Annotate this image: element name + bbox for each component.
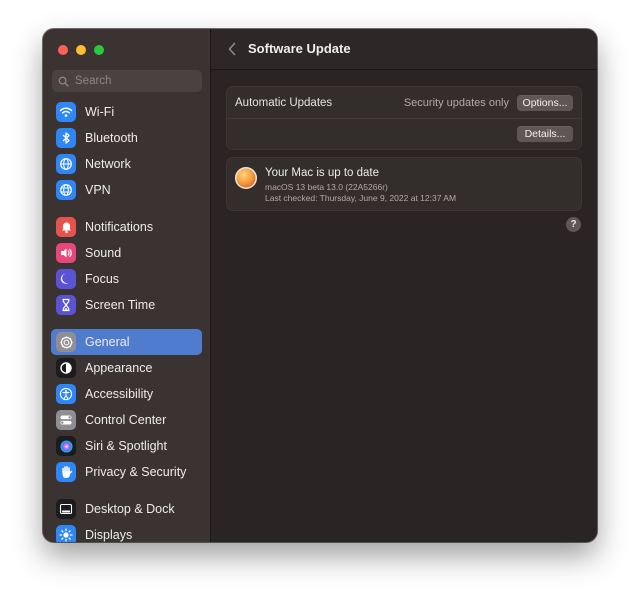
sidebar-item-label: VPN: [85, 183, 111, 197]
search-icon: [58, 76, 69, 87]
gear-icon: [56, 332, 76, 352]
back-button[interactable]: [223, 40, 241, 58]
options-button[interactable]: Options...: [517, 95, 573, 111]
sidebar-item-label: Control Center: [85, 413, 167, 427]
sidebar-item-general[interactable]: General: [51, 329, 202, 355]
sidebar-item-network[interactable]: Network: [51, 151, 202, 177]
status-version: macOS 13 beta 13.0 (22A5266r): [265, 182, 388, 192]
hourglass-icon: [56, 295, 76, 315]
sidebar-item-label: Bluetooth: [85, 131, 138, 145]
sidebar-item-desktop-dock[interactable]: Desktop & Dock: [51, 496, 202, 522]
sidebar-item-label: Siri & Spotlight: [85, 439, 167, 453]
sidebar-item-label: Network: [85, 157, 131, 171]
sidebar-item-screen-time[interactable]: Screen Time: [51, 292, 202, 318]
sidebar-item-privacy-security[interactable]: Privacy & Security: [51, 459, 202, 485]
speaker-icon: [56, 243, 76, 263]
status-last-checked: Last checked: Thursday, June 9, 2022 at …: [265, 193, 457, 203]
sidebar-item-control-center[interactable]: Control Center: [51, 407, 202, 433]
toolbar: Software Update: [211, 29, 597, 70]
chevron-left-icon: [228, 42, 236, 56]
accessibility-icon: [56, 384, 76, 404]
sidebar-item-label: Notifications: [85, 220, 154, 234]
moon-icon: [56, 269, 76, 289]
main-pane: Software Update Automatic Updates Securi…: [211, 29, 597, 542]
sidebar-item-wifi[interactable]: Wi-Fi: [51, 99, 202, 125]
close-window-button[interactable]: [58, 45, 68, 55]
globe-icon: [56, 154, 76, 174]
sidebar-item-label: Screen Time: [85, 298, 156, 312]
sidebar-item-label: Wi-Fi: [85, 105, 115, 119]
sidebar-item-vpn[interactable]: VPN: [51, 177, 202, 203]
sidebar-item-label: Appearance: [85, 361, 153, 375]
zoom-window-button[interactable]: [94, 45, 104, 55]
page-title: Software Update: [248, 41, 351, 56]
sidebar: Wi-Fi Bluetooth: [43, 29, 211, 542]
macos-ventura-icon: [235, 167, 257, 189]
sidebar-item-focus[interactable]: Focus: [51, 266, 202, 292]
sidebar-item-siri-spotlight[interactable]: Siri & Spotlight: [51, 433, 202, 459]
help-button[interactable]: ?: [566, 217, 581, 232]
sidebar-item-appearance[interactable]: Appearance: [51, 355, 202, 381]
dock-icon: [56, 499, 76, 519]
sidebar-item-label: Privacy & Security: [85, 465, 187, 479]
search-field[interactable]: [52, 70, 202, 92]
sun-icon: [56, 525, 76, 542]
settings-window: Wi-Fi Bluetooth: [43, 29, 597, 542]
update-status-card: Your Mac is up to date macOS 13 beta 13.…: [226, 157, 582, 211]
automatic-updates-label: Automatic Updates: [235, 97, 333, 109]
sidebar-item-notifications[interactable]: Notifications: [51, 214, 202, 240]
sidebar-item-label: Displays: [85, 528, 133, 542]
sidebar-item-label: General: [85, 335, 130, 349]
details-button[interactable]: Details...: [517, 126, 573, 142]
window-controls: [58, 45, 104, 55]
bell-icon: [56, 217, 76, 237]
sidebar-item-accessibility[interactable]: Accessibility: [51, 381, 202, 407]
status-title: Your Mac is up to date: [265, 167, 380, 179]
wifi-icon: [56, 102, 76, 122]
minimize-window-button[interactable]: [76, 45, 86, 55]
sidebar-item-displays[interactable]: Displays: [51, 522, 202, 542]
bluetooth-icon: [56, 128, 76, 148]
sidebar-item-label: Focus: [85, 272, 120, 286]
toggles-icon: [56, 410, 76, 430]
siri-icon: [56, 436, 76, 456]
automatic-updates-row: Automatic Updates Security updates only …: [227, 87, 581, 119]
appearance-icon: [56, 358, 76, 378]
search-input[interactable]: [73, 74, 197, 88]
vpn-globe-icon: [56, 180, 76, 200]
sidebar-item-label: Desktop & Dock: [85, 502, 175, 516]
sidebar-item-label: Sound: [85, 246, 122, 260]
automatic-updates-value: Security updates only: [403, 97, 509, 109]
sidebar-item-label: Accessibility: [85, 387, 154, 401]
hand-icon: [56, 462, 76, 482]
sidebar-item-sound[interactable]: Sound: [51, 240, 202, 266]
sidebar-item-bluetooth[interactable]: Bluetooth: [51, 125, 202, 151]
automatic-updates-card: Automatic Updates Security updates only …: [226, 86, 582, 150]
